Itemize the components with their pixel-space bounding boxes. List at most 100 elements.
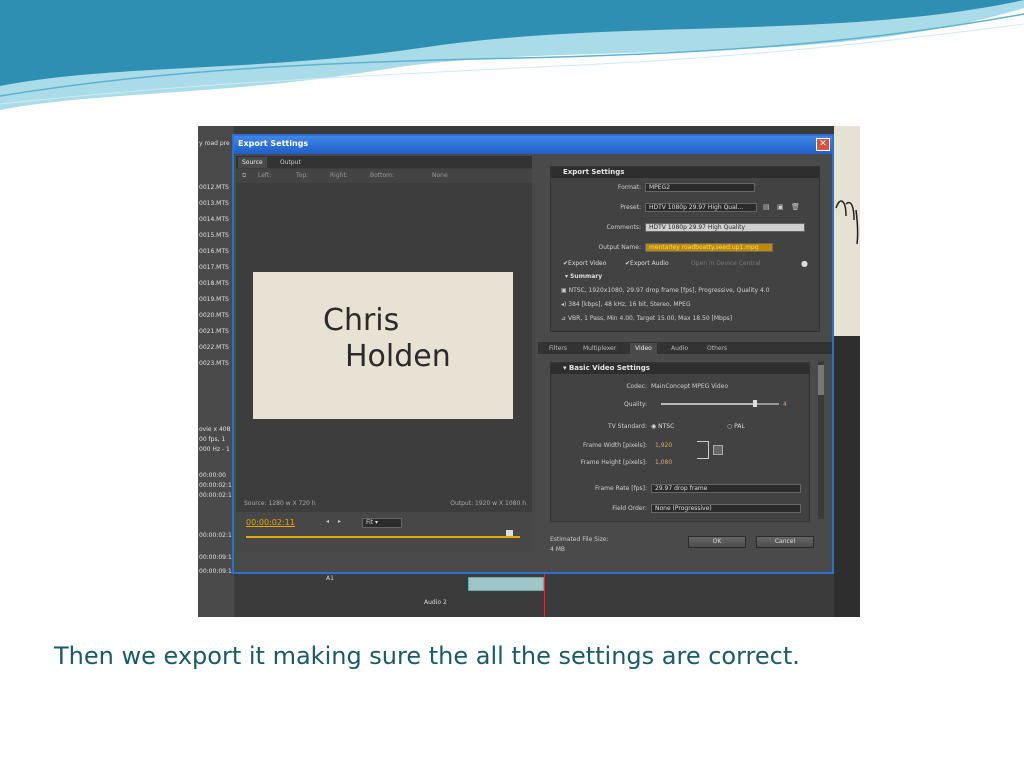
export-audio-label: Export Audio — [630, 260, 669, 267]
handwriting-line-2: Holden — [345, 339, 451, 374]
delete-preset-icon[interactable]: 🗑 — [791, 203, 800, 211]
program-monitor — [834, 126, 860, 336]
export-settings-section: Export Settings Format: MPEG2 Preset: HD… — [550, 166, 820, 332]
settings-scrollbar[interactable] — [818, 361, 824, 519]
set-out-point-icon[interactable]: ▸ — [338, 518, 341, 525]
frame-rate-label: Frame Rate [fps]: — [594, 485, 647, 492]
save-preset-icon[interactable]: ▤ — [763, 203, 770, 211]
crop-top-label[interactable]: Top: — [296, 172, 308, 179]
info-line: 00:00:02:16 — [199, 492, 236, 499]
timeline-panel: A1 Audio 2 — [234, 571, 834, 617]
crop-left-label[interactable]: Left: — [258, 172, 271, 179]
set-in-point-icon[interactable]: ◂ — [326, 518, 329, 525]
zoom-fit-select[interactable]: Fit ▾ — [362, 518, 402, 528]
lock-aspect-icon[interactable] — [713, 445, 723, 455]
frame-height-value[interactable]: 1,080 — [655, 459, 672, 466]
frame-width-value[interactable]: 1,920 — [655, 442, 672, 449]
project-item[interactable]: 0017.MTS — [199, 264, 229, 271]
dialog-title: Export Settings — [238, 139, 309, 148]
crop-right-label[interactable]: Right: — [330, 172, 348, 179]
quality-slider[interactable] — [661, 400, 779, 407]
playback-controls: 00:00:02:11 ◂ ▸ Fit ▾ — [236, 512, 532, 552]
dialog-titlebar[interactable]: Export Settings ✕ — [234, 136, 832, 154]
info-line: 00:00:02:11 — [199, 532, 236, 539]
header-wave-decoration — [0, 0, 1024, 110]
quality-value[interactable]: 4 — [783, 401, 787, 408]
project-item[interactable]: 0023.MTS — [199, 360, 229, 367]
time-scrubber[interactable] — [246, 536, 520, 538]
project-item[interactable]: 0015.MTS — [199, 232, 229, 239]
info-line: 000 Hz - 1 — [199, 446, 230, 453]
preview-pane: Source Output ⧉ Left: Top: Right: Bottom… — [236, 156, 532, 552]
output-name-field[interactable]: mentarley roadboatty.seed.up1.mpg — [645, 243, 773, 252]
slide: y road pre 0012.MTS 0013.MTS 0014.MTS 00… — [0, 0, 1024, 768]
export-settings-dialog: Export Settings ✕ Source Output ⧉ Left: … — [232, 134, 834, 574]
playhead-line[interactable] — [544, 571, 545, 617]
settings-scroll-thumb[interactable] — [818, 365, 824, 395]
info-line: 00:00:09:15 — [199, 554, 236, 561]
comments-label: Comments: — [606, 224, 641, 231]
tab-video[interactable]: Video — [630, 343, 657, 354]
output-dimensions: Output: 1920 w X 1080 h — [450, 500, 526, 507]
slide-caption: Then we export it making sure the all th… — [54, 642, 800, 670]
project-item[interactable]: 0012.MTS — [199, 184, 229, 191]
close-icon[interactable]: ✕ — [816, 138, 830, 151]
output-name-label: Output Name: — [598, 244, 641, 251]
project-item[interactable]: 0019.MTS — [199, 296, 229, 303]
quality-slider-knob[interactable] — [753, 400, 758, 407]
cancel-button[interactable]: Cancel — [756, 536, 814, 548]
field-order-select[interactable]: None (Progressive) — [651, 504, 801, 513]
project-item[interactable]: y road pre — [199, 140, 230, 147]
project-item[interactable]: 0016.MTS — [199, 248, 229, 255]
project-item[interactable]: 0014.MTS — [199, 216, 229, 223]
crop-icon[interactable]: ⧉ — [242, 172, 246, 180]
project-item[interactable]: 0021.MTS — [199, 328, 229, 335]
track-a1-label[interactable]: A1 — [326, 575, 334, 582]
quality-label: Quality: — [623, 401, 647, 408]
project-item[interactable]: 0020.MTS — [199, 312, 229, 319]
summary-header[interactable]: ▾ Summary — [565, 273, 602, 280]
basic-video-header[interactable]: ▾ Basic Video Settings — [551, 363, 809, 374]
device-central-icon[interactable]: ● — [801, 259, 808, 268]
open-device-central-checkbox[interactable]: Open in Device Central — [691, 260, 761, 267]
quality-slider-fill — [661, 403, 756, 405]
timecode[interactable]: 00:00:02:11 — [246, 518, 295, 527]
preset-label: Preset: — [620, 204, 641, 211]
source-dimensions: Source: 1280 w X 720 h — [244, 500, 316, 507]
tab-audio[interactable]: Audio — [666, 343, 693, 354]
tab-source[interactable]: Source — [238, 157, 267, 168]
tab-filters[interactable]: Filters — [544, 343, 572, 354]
project-item[interactable]: 0018.MTS — [199, 280, 229, 287]
export-video-checkbox[interactable]: ✔Export Video — [563, 260, 606, 267]
project-item[interactable]: 0013.MTS — [199, 200, 229, 207]
timeline-clip[interactable] — [468, 577, 544, 591]
ok-button[interactable]: OK — [688, 536, 746, 548]
import-preset-icon[interactable]: ▣ — [777, 203, 784, 211]
crop-toolbar: ⧉ Left: Top: Right: Bottom: None — [236, 169, 532, 183]
preset-select[interactable]: HDTV 1080p 29.97 High Qual... — [645, 203, 757, 212]
project-panel: y road pre 0012.MTS 0013.MTS 0014.MTS 00… — [198, 126, 236, 617]
frame-rate-select[interactable]: 29.97 drop frame — [651, 484, 801, 493]
track-audio2-label[interactable]: Audio 2 — [424, 599, 447, 606]
field-order-label: Field Order: — [612, 505, 647, 512]
summary-vbr: ⊿ VBR, 1 Pass, Min 4.00, Target 15.00, M… — [561, 315, 733, 322]
tab-multiplexer[interactable]: Multiplexer — [578, 343, 621, 354]
ntsc-radio[interactable]: ◉ NTSC — [651, 423, 674, 430]
pal-radio[interactable]: ○ PAL — [727, 423, 745, 430]
crop-ratio-select[interactable]: None — [432, 172, 448, 179]
codec-tabs: Filters Multiplexer Video Audio Others — [538, 342, 832, 354]
comments-field[interactable]: HDTV 1080p 29.97 High Quality — [645, 223, 805, 232]
project-item[interactable]: 0022.MTS — [199, 344, 229, 351]
scrubber-handle[interactable] — [506, 530, 513, 536]
crop-bottom-label[interactable]: Bottom: — [370, 172, 394, 179]
tv-standard-label: TV Standard: — [608, 423, 647, 430]
basic-video-settings: ▾ Basic Video Settings Codec: MainConcep… — [550, 362, 810, 522]
summary-video: ▣ NTSC, 1920x1080, 29.97 drop frame [fps… — [561, 287, 770, 294]
tab-output[interactable]: Output — [276, 157, 305, 168]
export-settings-header[interactable]: Export Settings — [551, 167, 819, 178]
tab-others[interactable]: Others — [702, 343, 732, 354]
settings-pane: Export Settings Format: MPEG2 Preset: HD… — [538, 156, 832, 572]
codec-value: MainConcept MPEG Video — [651, 383, 728, 390]
format-select[interactable]: MPEG2 — [645, 183, 755, 192]
export-audio-checkbox[interactable]: ✔Export Audio — [625, 260, 669, 267]
